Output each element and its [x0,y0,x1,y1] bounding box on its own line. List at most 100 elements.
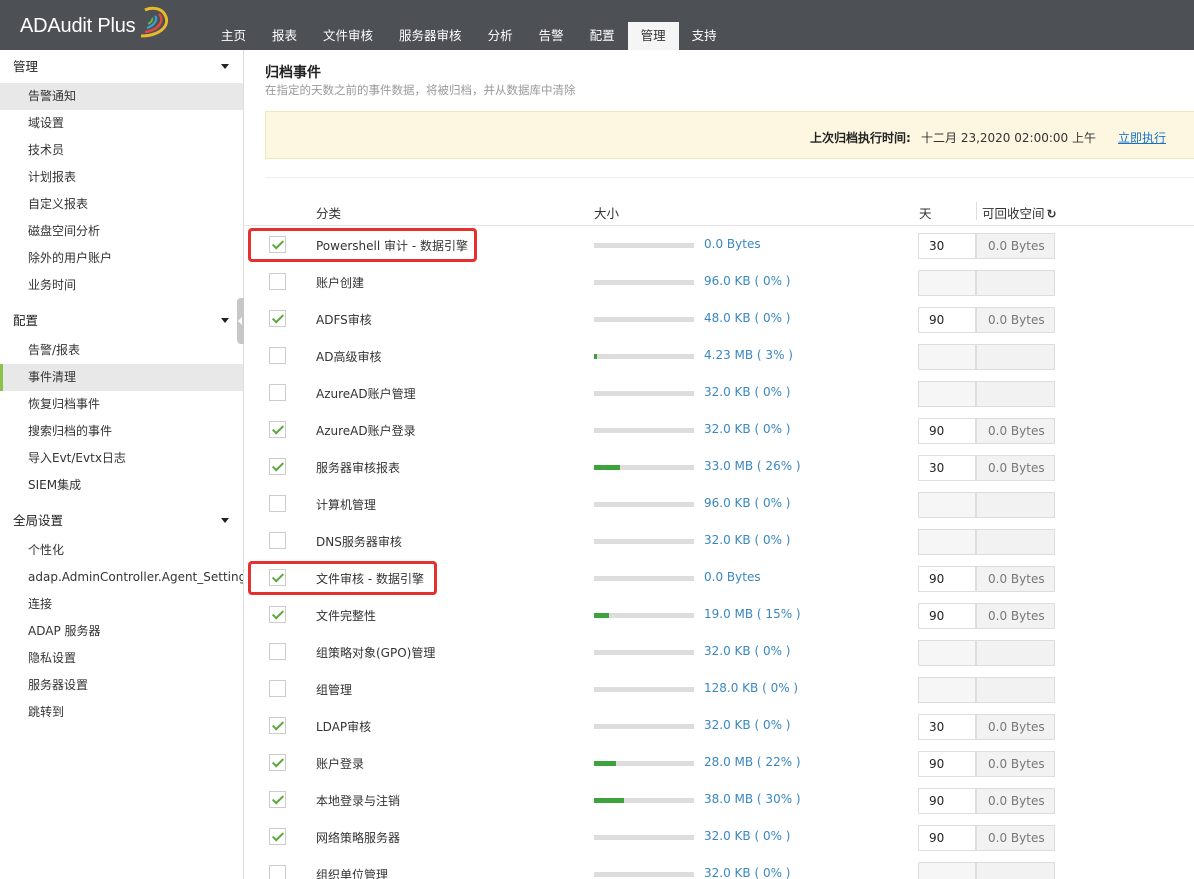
sidebar-item[interactable]: 磁盘空间分析 [0,218,243,245]
reclaimable-space [976,640,1055,666]
sidebar-item[interactable]: 自定义报表 [0,191,243,218]
row-checkbox[interactable] [269,421,286,438]
sidebar-item[interactable]: SIEM集成 [0,472,243,499]
days-input[interactable]: 30 [918,714,976,740]
sidebar-section-header[interactable]: 全局设置 [0,504,243,537]
size-progress-fill [594,761,616,766]
days-input[interactable]: 90 [918,603,976,629]
sidebar-item[interactable]: adap.AdminController.Agent_Settings [0,564,243,591]
size-progress-bar [594,243,694,248]
days-input[interactable] [918,640,976,666]
nav-tab[interactable]: 服务器审核 [386,22,475,50]
sidebar-item[interactable]: 告警通知 [0,83,243,110]
sidebar-section-header[interactable]: 管理 [0,50,243,83]
row-checkbox[interactable] [269,384,286,401]
sidebar-item[interactable]: 恢复归档事件 [0,391,243,418]
refresh-icon[interactable]: ↻ [1047,207,1057,221]
sidebar-item[interactable]: ADAP 服务器 [0,618,243,645]
size-value: 96.0 KB ( 0% ) [704,496,791,510]
size-progress-fill [594,465,620,470]
sidebar-section-header[interactable]: 配置 [0,304,243,337]
logo-swoosh-icon [140,6,169,38]
row-checkbox[interactable] [269,828,286,845]
row-checkbox[interactable] [269,310,286,327]
sidebar-item[interactable]: 连接 [0,591,243,618]
row-checkbox[interactable] [269,347,286,364]
category-label: 账户登录 [316,757,365,771]
reclaimable-space: 0.0 Bytes [976,825,1055,851]
days-input[interactable] [918,677,976,703]
days-input[interactable] [918,862,976,879]
sidebar-section-label: 配置 [13,313,39,328]
size-progress-bar [594,354,694,359]
days-input[interactable] [918,344,976,370]
sidebar-item[interactable]: 服务器设置 [0,672,243,699]
caret-down-icon[interactable] [221,518,229,523]
days-input[interactable]: 90 [918,788,976,814]
sidebar-item[interactable]: 隐私设置 [0,645,243,672]
size-progress-bar [594,613,694,618]
row-checkbox[interactable] [269,717,286,734]
sidebar-item[interactable]: 业务时间 [0,272,243,299]
category-label: 组管理 [316,683,353,697]
size-value: 33.0 MB ( 26% ) [704,459,801,473]
nav-tab[interactable]: 配置 [577,22,628,50]
table-row: AD高级审核 4.23 MB ( 3% ) [245,337,1194,374]
days-input[interactable]: 30 [918,455,976,481]
table-row: AzureAD账户登录 32.0 KB ( 0% ) 90 0.0 Bytes [245,411,1194,448]
row-checkbox[interactable] [269,532,286,549]
days-input[interactable]: 90 [918,307,976,333]
category-label: 组织单位管理 [316,868,389,879]
row-checkbox[interactable] [269,680,286,697]
nav-tab[interactable]: 报表 [259,22,310,50]
reclaimable-space [976,270,1055,296]
size-progress-bar [594,687,694,692]
nav-tab[interactable]: 支持 [679,22,730,50]
days-input[interactable]: 90 [918,825,976,851]
top-bar: ADAudit Plus 主页 报表 文件审核 服务器审核 分析 告警 配置 管理 支持 [0,0,1194,50]
nav-tab[interactable]: 文件审核 [310,22,386,50]
sidebar-item[interactable]: 跳转到 [0,699,243,726]
caret-down-icon[interactable] [221,318,229,323]
days-input[interactable]: 90 [918,566,976,592]
row-checkbox[interactable] [269,606,286,623]
run-now-link[interactable]: 立即执行 [1118,129,1166,146]
nav-tab[interactable]: 告警 [526,22,577,50]
days-input[interactable] [918,381,976,407]
category-label: ADFS审核 [316,313,372,327]
row-checkbox[interactable] [269,458,286,475]
row-checkbox[interactable] [269,495,286,512]
sidebar-item[interactable]: 除外的用户账户 [0,245,243,272]
row-checkbox[interactable] [269,643,286,660]
app-title: ADAudit Plus [20,14,136,37]
nav-tab[interactable]: 管理 [627,22,679,50]
sidebar-item[interactable]: 计划报表 [0,164,243,191]
table-row: 计算机管理 96.0 KB ( 0% ) [245,485,1194,522]
days-input[interactable] [918,529,976,555]
nav-tab[interactable]: 分析 [475,22,526,50]
sidebar-item[interactable]: 域设置 [0,110,243,137]
sidebar-item[interactable]: 事件清理 [0,364,243,391]
days-input[interactable]: 90 [918,418,976,444]
sidebar-item[interactable]: 导入Evt/Evtx日志 [0,445,243,472]
row-checkbox[interactable] [269,754,286,771]
row-checkbox[interactable] [269,273,286,290]
size-value: 19.0 MB ( 15% ) [704,607,801,621]
size-progress-bar [594,761,694,766]
logo[interactable]: ADAudit Plus [20,6,169,40]
days-input[interactable]: 30 [918,233,976,259]
sidebar-item[interactable]: 技术员 [0,137,243,164]
row-checkbox[interactable] [269,791,286,808]
row-checkbox[interactable] [269,236,286,253]
days-input[interactable] [918,492,976,518]
sidebar-item[interactable]: 搜索归档的事件 [0,418,243,445]
days-input[interactable]: 90 [918,751,976,777]
row-checkbox[interactable] [269,569,286,586]
days-input[interactable] [918,270,976,296]
sidebar-item[interactable]: 个性化 [0,537,243,564]
sidebar-collapse-handle[interactable] [237,298,244,344]
row-checkbox[interactable] [269,865,286,879]
caret-down-icon[interactable] [221,64,229,69]
sidebar-item[interactable]: 告警/报表 [0,337,243,364]
nav-tab[interactable]: 主页 [208,22,259,50]
